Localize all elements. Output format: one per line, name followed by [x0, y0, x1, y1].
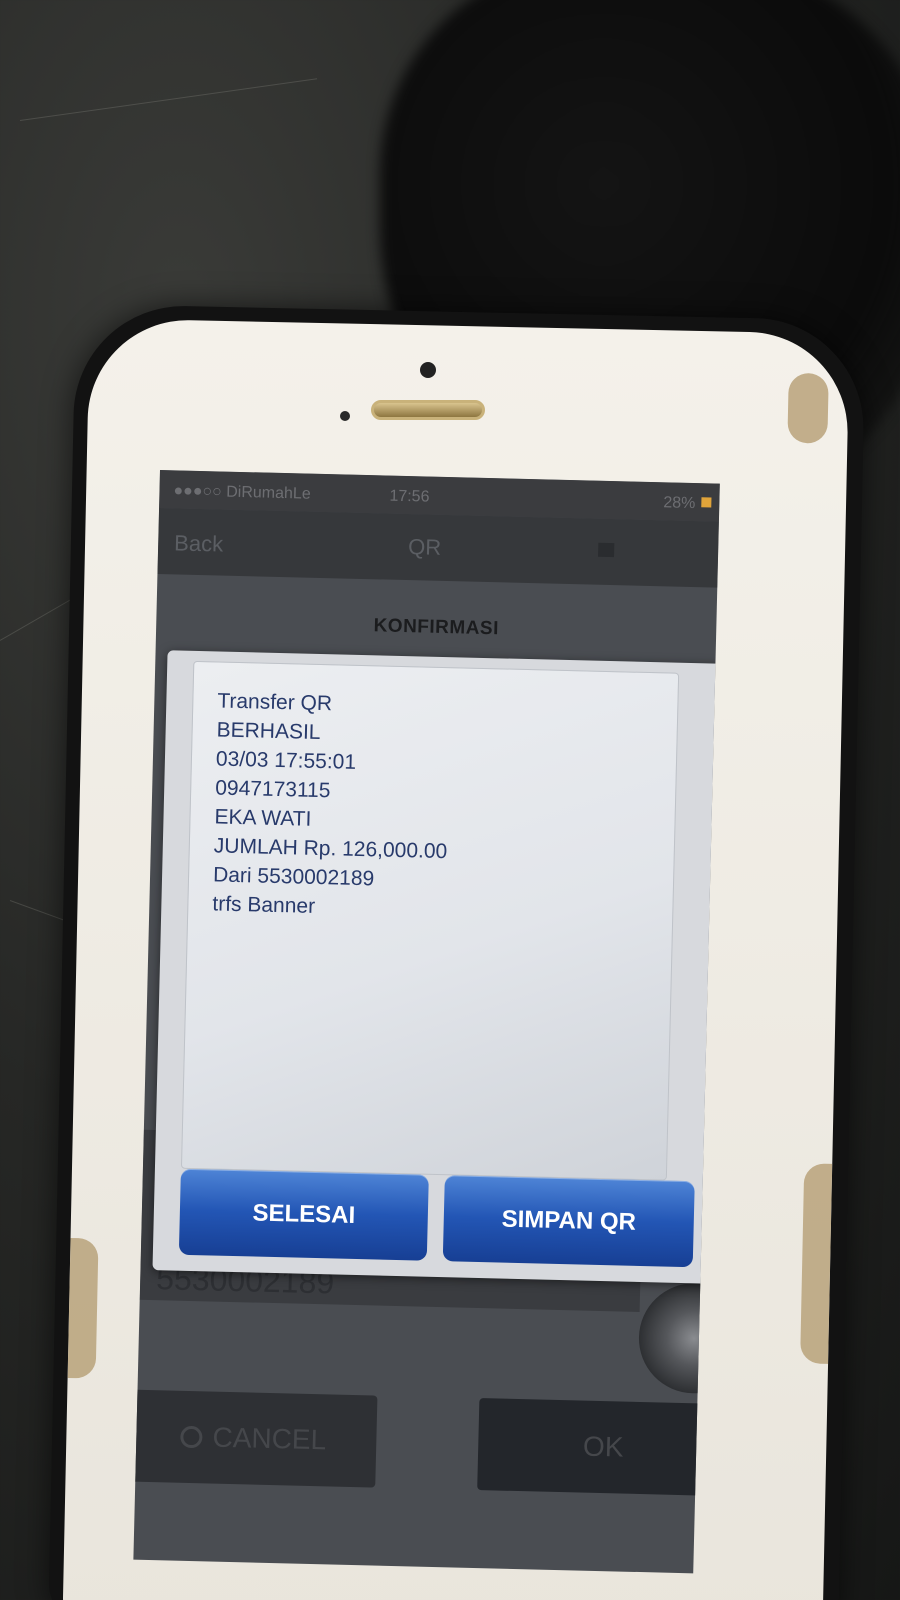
page-title: KONFIRMASI — [373, 615, 500, 640]
cancel-label: CANCEL — [212, 1421, 327, 1456]
nav-title: QR — [407, 534, 442, 560]
table-scratch — [19, 78, 318, 121]
battery-icon — [701, 497, 712, 508]
simpan-qr-button[interactable]: SIMPAN QR — [442, 1175, 695, 1268]
proximity-sensor — [340, 411, 350, 421]
chipped-edge — [800, 1163, 833, 1364]
chipped-edge — [787, 372, 829, 444]
cancel-icon — [180, 1425, 203, 1449]
confirmation-dialog: Transfer QR BERHASIL 03/03 17:55:01 0947… — [152, 650, 720, 1284]
menu-icon[interactable] — [598, 542, 615, 558]
message-lines: Transfer QR BERHASIL 03/03 17:55:01 0947… — [212, 686, 451, 924]
battery-percent: 28% — [663, 494, 696, 513]
phone-screen: ●●●○○ DiRumahLe 17:56 28% Back QR KONFIR… — [133, 470, 720, 1574]
message-line: trfs Banner — [212, 892, 316, 918]
transaction-message: Transfer QR BERHASIL 03/03 17:55:01 0947… — [180, 660, 680, 1181]
clock: 17:56 — [389, 487, 430, 506]
ok-button[interactable]: OK — [477, 1398, 720, 1497]
back-button[interactable]: Back — [174, 530, 224, 557]
carrier-label: ●●●○○ DiRumahLe — [173, 482, 311, 503]
front-camera — [420, 362, 436, 378]
chipped-edge — [67, 1237, 99, 1379]
earpiece-speaker — [371, 400, 485, 420]
ok-label: OK — [582, 1430, 624, 1463]
nav-bar: Back QR — [157, 507, 719, 588]
cancel-button[interactable]: CANCEL — [133, 1389, 378, 1488]
selesai-button[interactable]: SELESAI — [178, 1168, 429, 1261]
